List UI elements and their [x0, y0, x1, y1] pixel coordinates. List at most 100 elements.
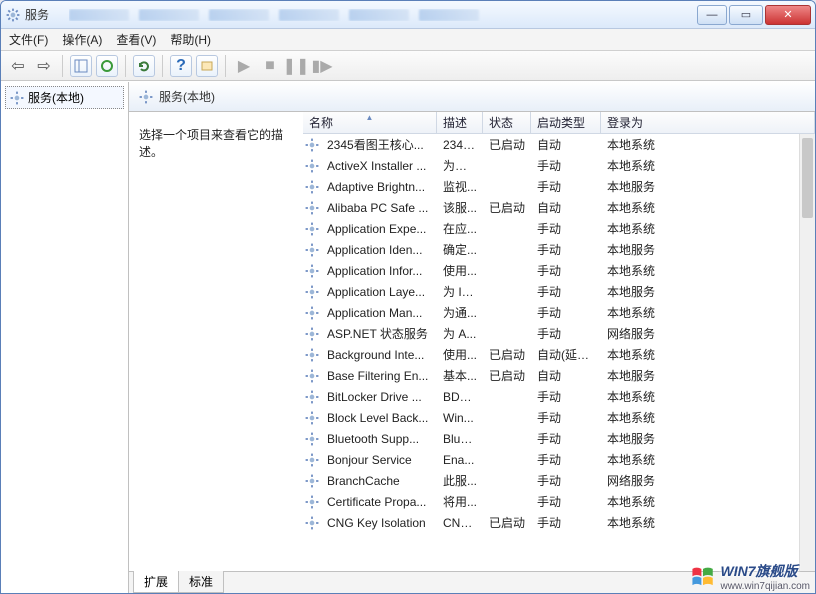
show-hide-tree-button[interactable] — [70, 55, 92, 77]
tree-pane: 服务(本地) — [1, 82, 129, 593]
service-row[interactable]: BitLocker Drive ... BDE... 手动 本地系统 — [303, 386, 799, 407]
help-button[interactable]: ? — [170, 55, 192, 77]
menu-file[interactable]: 文件(F) — [9, 31, 48, 48]
service-row[interactable]: Base Filtering En... 基本... 已启动 自动 本地服务 — [303, 365, 799, 386]
service-startup: 手动 — [531, 178, 601, 195]
tree-root-item[interactable]: 服务(本地) — [5, 86, 124, 109]
service-row[interactable]: Bluetooth Supp... Blue... 手动 本地服务 — [303, 428, 799, 449]
windows-flag-icon — [689, 564, 717, 590]
service-desc: Ena... — [437, 453, 483, 467]
service-startup: 手动 — [531, 283, 601, 300]
maximize-button[interactable]: ▭ — [729, 5, 763, 25]
service-startup: 自动 — [531, 199, 601, 216]
gear-icon — [139, 90, 153, 104]
service-name: Application Iden... — [321, 243, 437, 257]
service-logon: 本地系统 — [601, 451, 799, 468]
service-desc: 监视... — [437, 178, 483, 195]
service-startup: 自动(延迟... — [531, 346, 601, 363]
service-row[interactable]: ASP.NET 状态服务 为 A... 手动 网络服务 — [303, 323, 799, 344]
service-startup: 手动 — [531, 451, 601, 468]
service-name: Application Infor... — [321, 264, 437, 278]
service-row[interactable]: Alibaba PC Safe ... 该服... 已启动 自动 本地系统 — [303, 197, 799, 218]
service-startup: 手动 — [531, 514, 601, 531]
service-logon: 网络服务 — [601, 325, 799, 342]
vertical-scrollbar[interactable] — [799, 134, 815, 571]
service-logon: 本地系统 — [601, 409, 799, 426]
menu-action[interactable]: 操作(A) — [62, 31, 102, 48]
service-startup: 手动 — [531, 262, 601, 279]
minimize-button[interactable]: — — [697, 5, 727, 25]
menu-view[interactable]: 查看(V) — [116, 31, 156, 48]
service-desc: 为从 ... — [437, 157, 483, 174]
service-row[interactable]: Block Level Back... Win... 手动 本地系统 — [303, 407, 799, 428]
gear-icon — [303, 222, 321, 236]
tab-standard[interactable]: 标准 — [178, 571, 224, 593]
service-row[interactable]: Background Inte... 使用... 已启动 自动(延迟... 本地… — [303, 344, 799, 365]
service-row[interactable]: BranchCache 此服... 手动 网络服务 — [303, 470, 799, 491]
col-logon[interactable]: 登录为 — [601, 112, 815, 133]
service-desc: Blue... — [437, 432, 483, 446]
titlebar[interactable]: 服务 — ▭ ✕ — [1, 1, 815, 29]
service-name: 2345看图王核心... — [321, 136, 437, 153]
start-service-button[interactable]: ▶ — [233, 55, 255, 77]
service-desc: 基本... — [437, 367, 483, 384]
service-row[interactable]: Adaptive Brightn... 监视... 手动 本地服务 — [303, 176, 799, 197]
description-prompt: 选择一个项目来查看它的描述。 — [139, 128, 283, 159]
stop-service-button[interactable]: ■ — [259, 55, 281, 77]
watermark: WIN7旗舰版 www.win7qijian.com — [689, 561, 810, 592]
service-logon: 本地系统 — [601, 157, 799, 174]
service-logon: 本地服务 — [601, 283, 799, 300]
gear-icon — [303, 516, 321, 530]
services-window: 服务 — ▭ ✕ 文件(F) 操作(A) 查看(V) 帮助(H) ⇦ ⇨ ? ▶… — [0, 0, 816, 594]
gear-icon — [303, 159, 321, 173]
service-startup: 手动 — [531, 304, 601, 321]
service-startup: 自动 — [531, 367, 601, 384]
service-row[interactable]: CNG Key Isolation CNG... 已启动 手动 本地系统 — [303, 512, 799, 533]
service-name: Base Filtering En... — [321, 369, 437, 383]
restart-service-button[interactable]: ▮▶ — [311, 55, 333, 77]
col-startup[interactable]: 启动类型 — [531, 112, 601, 133]
service-row[interactable]: Certificate Propa... 将用... 手动 本地系统 — [303, 491, 799, 512]
service-name: Application Man... — [321, 306, 437, 320]
service-status: 已启动 — [483, 136, 531, 153]
separator — [125, 55, 126, 77]
service-desc: Win... — [437, 411, 483, 425]
service-name: Bonjour Service — [321, 453, 437, 467]
service-startup: 手动 — [531, 493, 601, 510]
properties-button[interactable] — [196, 55, 218, 77]
close-button[interactable]: ✕ — [765, 5, 811, 25]
col-name[interactable]: 名称 — [303, 112, 437, 133]
service-row[interactable]: Application Expe... 在应... 手动 本地系统 — [303, 218, 799, 239]
export-list-button[interactable] — [96, 55, 118, 77]
service-name: CNG Key Isolation — [321, 516, 437, 530]
service-row[interactable]: ActiveX Installer ... 为从 ... 手动 本地系统 — [303, 155, 799, 176]
service-row[interactable]: Application Infor... 使用... 手动 本地系统 — [303, 260, 799, 281]
service-desc: 此服... — [437, 472, 483, 489]
service-row[interactable]: 2345看图王核心... 2345... 已启动 自动 本地系统 — [303, 134, 799, 155]
service-row[interactable]: Bonjour Service Ena... 手动 本地系统 — [303, 449, 799, 470]
service-startup: 手动 — [531, 325, 601, 342]
service-startup: 手动 — [531, 388, 601, 405]
col-desc[interactable]: 描述 — [437, 112, 483, 133]
service-desc: 该服... — [437, 199, 483, 216]
forward-button[interactable]: ⇨ — [33, 55, 55, 77]
scrollbar-thumb[interactable] — [802, 138, 813, 218]
service-desc: 2345... — [437, 138, 483, 152]
service-logon: 本地系统 — [601, 388, 799, 405]
service-desc: 使用... — [437, 346, 483, 363]
pause-service-button[interactable]: ❚❚ — [285, 55, 307, 77]
col-status[interactable]: 状态 — [483, 112, 531, 133]
refresh-button[interactable] — [133, 55, 155, 77]
service-logon: 网络服务 — [601, 472, 799, 489]
service-startup: 手动 — [531, 241, 601, 258]
menu-help[interactable]: 帮助(H) — [170, 31, 211, 48]
service-desc: CNG... — [437, 516, 483, 530]
service-row[interactable]: Application Iden... 确定... 手动 本地服务 — [303, 239, 799, 260]
back-button[interactable]: ⇦ — [7, 55, 29, 77]
gear-icon — [303, 474, 321, 488]
service-desc: 使用... — [437, 262, 483, 279]
service-row[interactable]: Application Man... 为通... 手动 本地系统 — [303, 302, 799, 323]
tab-extended[interactable]: 扩展 — [133, 571, 179, 593]
service-row[interactable]: Application Laye... 为 In... 手动 本地服务 — [303, 281, 799, 302]
watermark-brand: WIN7旗舰版 — [721, 563, 798, 579]
